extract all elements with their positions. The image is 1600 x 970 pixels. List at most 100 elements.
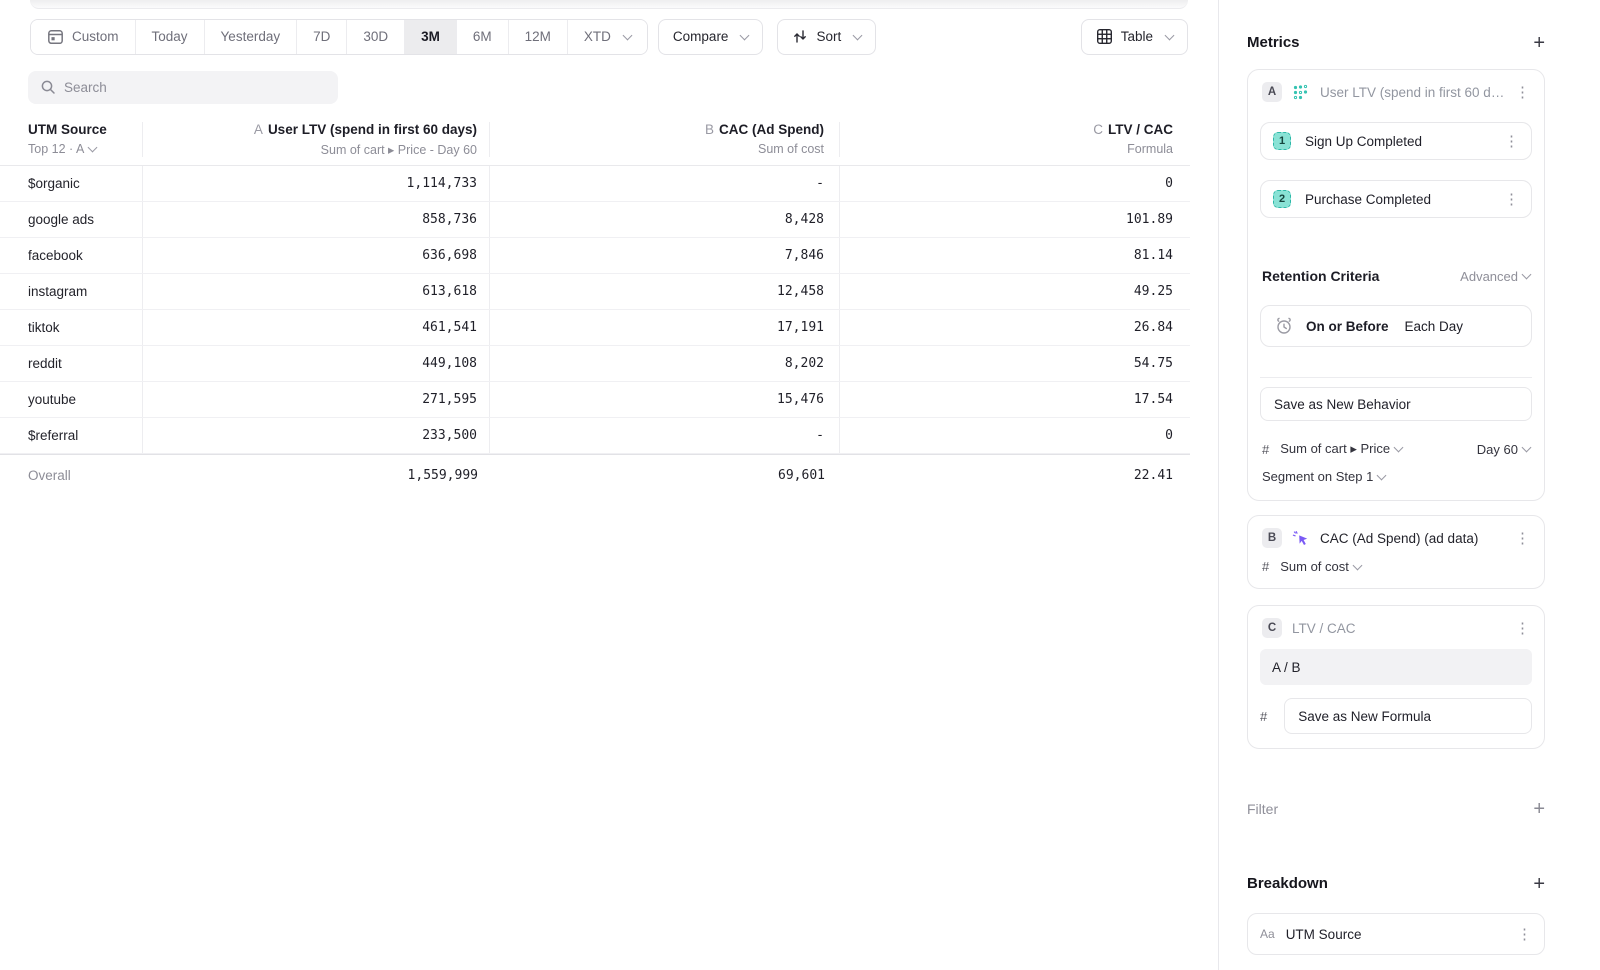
table-row[interactable]: reddit 449,108 8,202 54.75 xyxy=(0,346,1190,382)
kebab-menu-icon[interactable]: ⋮ xyxy=(1509,619,1530,637)
metric-card-c: C LTV / CAC ⋮ A / B # Save as New Formul… xyxy=(1247,605,1545,749)
cell-b: 15,476 xyxy=(490,382,840,417)
view-table-button[interactable]: Table xyxy=(1081,19,1188,55)
range-3m-button[interactable]: 3M xyxy=(404,20,456,54)
table-row[interactable]: tiktok 461,541 17,191 26.84 xyxy=(0,310,1190,346)
metric-header: B CAC (Ad Spend) (ad data) ⋮ xyxy=(1260,516,1532,548)
kebab-menu-icon[interactable]: ⋮ xyxy=(1509,529,1530,547)
cell-a: 233,500 xyxy=(143,418,490,453)
funnel-step-1[interactable]: 1 Sign Up Completed ⋮ xyxy=(1260,122,1532,160)
column-header-b[interactable]: BCAC (Ad Spend) Sum of cost xyxy=(490,122,840,157)
chevron-down-icon xyxy=(1377,470,1387,480)
step-label: Purchase Completed xyxy=(1305,192,1431,207)
metric-title: CAC (Ad Spend) (ad data) xyxy=(1320,531,1478,546)
save-new-behavior-button[interactable]: Save as New Behavior xyxy=(1260,387,1532,421)
numeric-hash-icon: # xyxy=(1262,442,1269,457)
top-n-dropdown[interactable]: Top 12 · A xyxy=(28,142,142,156)
add-filter-button[interactable]: + xyxy=(1533,802,1545,816)
window-label: Day 60 xyxy=(1477,442,1518,457)
row-label: facebook xyxy=(0,238,143,273)
range-label: 12M xyxy=(525,29,551,44)
sort-arrows-icon xyxy=(792,29,808,44)
cell-b: 69,601 xyxy=(490,455,840,495)
chevron-down-icon xyxy=(88,143,98,153)
search-input[interactable] xyxy=(28,71,338,104)
table-row[interactable]: youtube 271,595 15,476 17.54 xyxy=(0,382,1190,418)
cell-b: 8,428 xyxy=(490,202,840,237)
measure-row: # Sum of cart ▸ Price Day 60 xyxy=(1260,441,1532,457)
add-metric-button[interactable]: + xyxy=(1533,36,1545,50)
chevron-down-icon xyxy=(622,30,632,40)
add-breakdown-button[interactable]: + xyxy=(1533,877,1545,891)
range-label: Custom xyxy=(72,29,119,44)
cell-b: 17,191 xyxy=(490,310,840,345)
table-row[interactable]: facebook 636,698 7,846 81.14 xyxy=(0,238,1190,274)
date-range-group: Custom Today Yesterday 7D 30D 3M 6M 12M … xyxy=(30,19,648,55)
cell-a: 613,618 xyxy=(143,274,490,309)
numeric-hash-icon: # xyxy=(1262,559,1269,574)
range-label: 6M xyxy=(473,29,492,44)
column-title-text: LTV / CAC xyxy=(1108,122,1173,137)
cell-c: 54.75 xyxy=(840,346,1190,381)
range-7d-button[interactable]: 7D xyxy=(296,20,346,54)
behavior-dots-icon xyxy=(1292,84,1310,101)
cell-a: 449,108 xyxy=(143,346,490,381)
column-header-c[interactable]: CLTV / CAC Formula xyxy=(840,122,1190,157)
top-n-label: Top 12 · A xyxy=(28,142,84,156)
column-title-text: CAC (Ad Spend) xyxy=(719,122,824,137)
cell-c: 17.54 xyxy=(840,382,1190,417)
chevron-down-icon xyxy=(740,30,750,40)
segment-dropdown[interactable]: Segment on Step 1 xyxy=(1260,469,1532,484)
cell-b: - xyxy=(490,418,840,453)
range-xtd-button[interactable]: XTD xyxy=(567,20,647,54)
compare-button[interactable]: Compare xyxy=(658,19,764,55)
criteria-type-label: On or Before xyxy=(1306,319,1389,334)
table-row[interactable]: $referral 233,500 - 0 xyxy=(0,418,1190,454)
column-header-a[interactable]: AUser LTV (spend in first 60 days) Sum o… xyxy=(143,122,490,157)
search-box xyxy=(28,71,338,104)
cell-b: 12,458 xyxy=(490,274,840,309)
window-dropdown[interactable]: Day 60 xyxy=(1477,442,1530,457)
formula-input[interactable]: A / B xyxy=(1260,649,1532,685)
chart-card-bottom-edge xyxy=(30,0,1188,9)
kebab-menu-icon[interactable]: ⋮ xyxy=(1498,190,1519,208)
measure-dropdown[interactable]: Sum of cost xyxy=(1280,559,1361,574)
cell-c: 0 xyxy=(840,418,1190,453)
range-today-button[interactable]: Today xyxy=(135,20,204,54)
retention-mode-dropdown[interactable]: Advanced xyxy=(1460,269,1530,284)
cell-b: 7,846 xyxy=(490,238,840,273)
string-type-icon: Aa xyxy=(1260,927,1275,941)
retention-mode-label: Advanced xyxy=(1460,269,1518,284)
funnel-step-2[interactable]: 2 Purchase Completed ⋮ xyxy=(1260,180,1532,218)
cell-c: 101.89 xyxy=(840,202,1190,237)
range-6m-button[interactable]: 6M xyxy=(456,20,508,54)
chevron-down-icon xyxy=(853,30,863,40)
column-title: BCAC (Ad Spend) xyxy=(490,122,824,137)
cell-b: - xyxy=(490,166,840,201)
kebab-menu-icon[interactable]: ⋮ xyxy=(1498,132,1519,150)
table-row[interactable]: instagram 613,618 12,458 49.25 xyxy=(0,274,1190,310)
column-header-utm-source[interactable]: UTM Source Top 12 · A xyxy=(0,122,143,157)
view-label: Table xyxy=(1121,29,1153,44)
sort-button[interactable]: Sort xyxy=(777,19,876,55)
range-12m-button[interactable]: 12M xyxy=(508,20,567,54)
chevron-down-icon xyxy=(1522,270,1532,280)
breakdown-item-label: UTM Source xyxy=(1286,927,1362,942)
table-row[interactable]: google ads 858,736 8,428 101.89 xyxy=(0,202,1190,238)
save-new-formula-button[interactable]: Save as New Formula xyxy=(1284,698,1532,734)
table-row[interactable]: $organic 1,114,733 - 0 xyxy=(0,166,1190,202)
kebab-menu-icon[interactable]: ⋮ xyxy=(1509,83,1530,101)
step-label: Sign Up Completed xyxy=(1305,134,1422,149)
save-formula-row: # Save as New Formula xyxy=(1260,698,1532,734)
metric-letter-badge: B xyxy=(1262,528,1282,548)
range-30d-button[interactable]: 30D xyxy=(346,20,404,54)
table-grid-icon xyxy=(1096,28,1113,45)
retention-criteria-selector[interactable]: On or Before Each Day xyxy=(1260,305,1532,347)
range-label: 30D xyxy=(363,29,388,44)
measure-dropdown[interactable]: Sum of cart ▸ Price xyxy=(1280,441,1402,457)
kebab-menu-icon[interactable]: ⋮ xyxy=(1511,925,1532,943)
range-custom-button[interactable]: Custom xyxy=(31,20,135,54)
range-yesterday-button[interactable]: Yesterday xyxy=(204,20,297,54)
breakdown-item-utm-source[interactable]: Aa UTM Source ⋮ xyxy=(1247,913,1545,955)
series-letter: C xyxy=(1093,122,1103,137)
